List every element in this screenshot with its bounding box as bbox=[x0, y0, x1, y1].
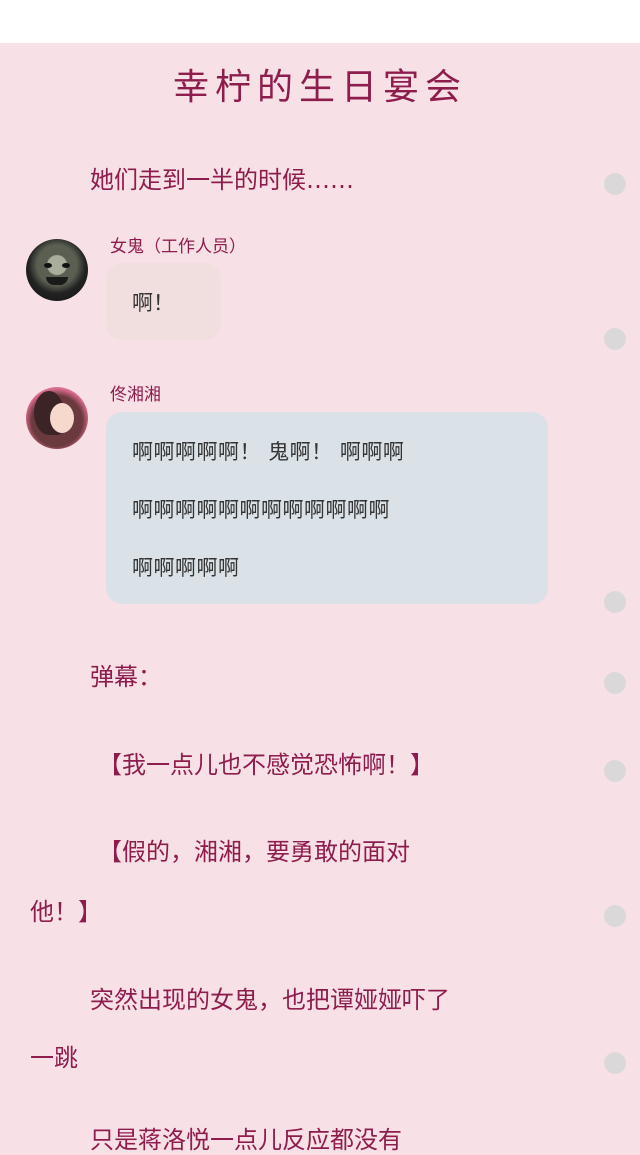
face-shape bbox=[50, 403, 74, 433]
ghost-mouth-icon bbox=[46, 277, 68, 285]
speaker-name-ghost: 女鬼（工作人员） bbox=[110, 237, 246, 257]
narration-text: 一跳 bbox=[30, 1044, 78, 1072]
message-line: 啊啊啊啊啊啊啊啊啊啊啊啊 bbox=[132, 498, 390, 522]
narration-text: 突然出现的女鬼，也把谭娅娅吓了 bbox=[90, 986, 450, 1014]
scroll-indicator-dot[interactable] bbox=[604, 1052, 626, 1074]
scroll-indicator-dot[interactable] bbox=[604, 173, 626, 195]
page-title: 幸柠的生日宴会 bbox=[172, 67, 467, 108]
scroll-indicator-dot[interactable] bbox=[604, 672, 626, 694]
danmu-comment: 他！】 bbox=[30, 898, 102, 926]
top-status-bar bbox=[0, 0, 640, 43]
speaker-name-girl: 佟湘湘 bbox=[110, 385, 161, 405]
scroll-indicator-dot[interactable] bbox=[604, 905, 626, 927]
ghost-avatar[interactable] bbox=[26, 239, 88, 301]
message-line: 啊啊啊啊啊 bbox=[132, 556, 240, 580]
ghost-eye-icon bbox=[62, 263, 70, 268]
scroll-indicator-dot[interactable] bbox=[604, 328, 626, 350]
girl-avatar[interactable] bbox=[26, 387, 88, 449]
message-bubble-ghost[interactable]: 啊！ bbox=[106, 263, 221, 340]
danmu-label: 弹幕： bbox=[90, 663, 162, 691]
message-bubble-girl[interactable]: 啊啊啊啊啊！ 鬼啊！ 啊啊啊 啊啊啊啊啊啊啊啊啊啊啊啊 啊啊啊啊啊 bbox=[106, 412, 548, 604]
scroll-indicator-dot[interactable] bbox=[604, 760, 626, 782]
message-line: 啊啊啊啊啊！ 鬼啊！ 啊啊啊 bbox=[132, 440, 405, 464]
scroll-indicator-dot[interactable] bbox=[604, 591, 626, 613]
danmu-comment: 【假的，湘湘，要勇敢的面对 bbox=[98, 838, 410, 866]
ghost-eye-icon bbox=[44, 263, 52, 268]
narration-intro: 她们走到一半的时候…… bbox=[90, 166, 354, 194]
message-text: 啊！ bbox=[132, 291, 174, 315]
danmu-comment: 【我一点儿也不感觉恐怖啊！】 bbox=[98, 751, 434, 779]
